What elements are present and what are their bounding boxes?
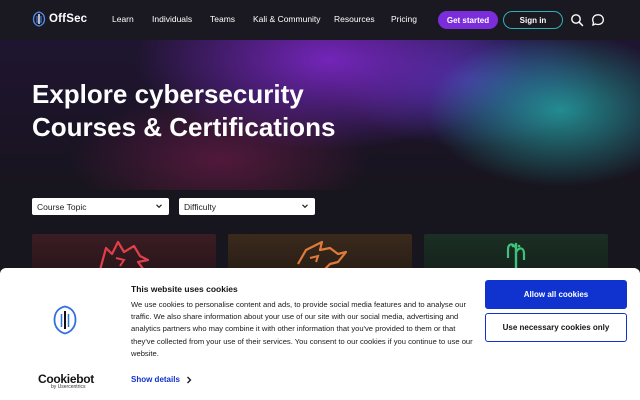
page-title: Explore cybersecurity Courses & Certific… [32,79,336,142]
course-card[interactable] [424,234,608,270]
nav-teams[interactable]: Teams [210,14,235,24]
nav-pricing[interactable]: Pricing [391,14,417,24]
allow-all-cookies-button[interactable]: Allow all cookies [485,280,627,309]
nav-kali-community[interactable]: Kali & Community [253,14,321,24]
red-wolf-icon [98,240,150,270]
top-nav: OffSec Learn Individuals Teams Kali & Co… [0,0,640,40]
difficulty-select[interactable]: Difficulty [179,198,315,215]
hero-banner: Explore cybersecurity Courses & Certific… [0,40,640,190]
nav-resources[interactable]: Resources [334,14,375,24]
sign-in-button[interactable]: Sign in [503,11,563,29]
cookie-body: We use cookies to personalise content an… [131,300,473,358]
course-card[interactable] [32,234,216,270]
use-necessary-cookies-button[interactable]: Use necessary cookies only [485,313,627,342]
course-topic-select[interactable]: Course Topic [32,198,169,215]
cookie-consent-banner: Cookiebot by Usercentrics This website u… [0,268,640,400]
cookiebot-logo-sub: by Usercentrics [51,384,86,390]
offsec-logo[interactable]: OffSec [32,11,87,27]
cookie-title: This website uses cookies [131,284,238,294]
show-details-link[interactable]: Show details [131,375,192,384]
show-details-label: Show details [131,375,180,384]
nav-learn[interactable]: Learn [112,14,134,24]
nav-individuals[interactable]: Individuals [152,14,192,24]
chevron-down-icon [156,204,162,209]
green-cactus-icon [506,242,526,270]
orange-dragon-icon [297,240,348,270]
logo-text: OffSec [49,13,88,25]
course-card[interactable] [228,234,412,270]
chevron-right-icon [186,376,192,383]
offsec-shield-icon [53,305,77,335]
course-topic-label: Course Topic [37,201,87,212]
chevron-down-icon [302,204,308,209]
get-started-button[interactable]: Get started [438,11,498,29]
filter-bar: Course Topic Difficulty [0,190,640,235]
search-icon[interactable] [570,13,584,27]
offsec-logo-icon [32,11,46,27]
chat-icon[interactable] [591,13,605,27]
difficulty-label: Difficulty [184,201,216,212]
